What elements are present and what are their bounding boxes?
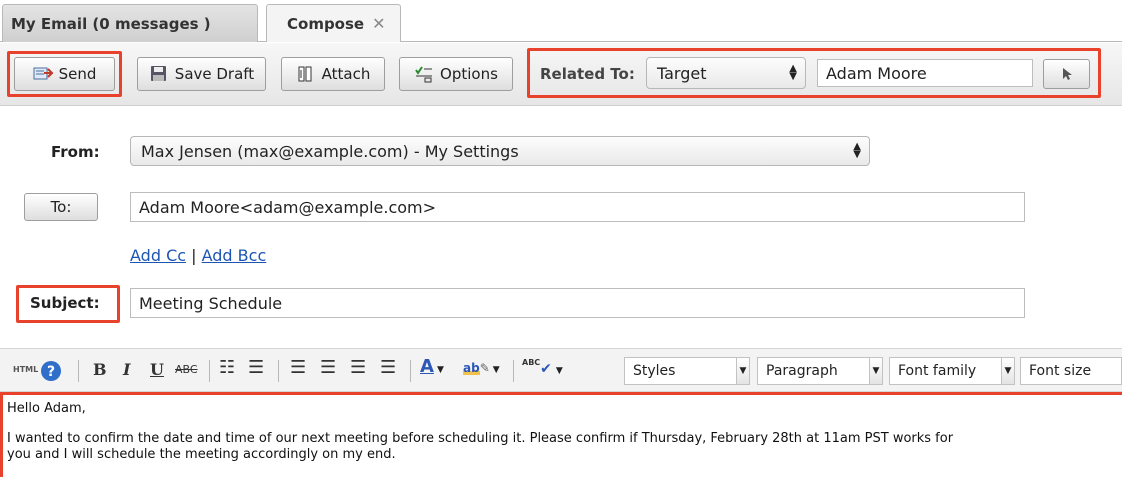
numbered-list-icon[interactable]: ☰ [248, 357, 264, 378]
send-icon [33, 67, 53, 80]
select-arrows-icon: ▲ ▼ [789, 63, 797, 82]
underline-icon[interactable]: U [150, 360, 164, 379]
to-button-label: To: [50, 198, 72, 216]
options-icon [415, 66, 433, 83]
select-arrows-icon: ▲ ▼ [853, 141, 861, 160]
attach-button[interactable]: Attach [281, 57, 385, 91]
toolbar-separator [278, 360, 279, 382]
subject-label: Subject: [30, 294, 100, 312]
body-paragraph-line: I wanted to confirm the date and time of… [7, 431, 954, 446]
styles-dropdown[interactable]: Styles [624, 357, 750, 385]
text-color-icon[interactable]: A ▼ [420, 356, 444, 377]
paragraph-label: Paragraph [766, 363, 838, 379]
body-greeting: Hello Adam, [7, 401, 86, 416]
toolbar-separator [78, 360, 79, 382]
strikethrough-icon[interactable]: ABC [175, 363, 198, 376]
bold-icon[interactable]: B [93, 360, 107, 379]
italic-icon[interactable]: I [123, 360, 130, 379]
from-select[interactable]: Max Jensen (max@example.com) - My Settin… [130, 136, 870, 166]
from-label: From: [51, 143, 100, 161]
message-body-editor[interactable]: Hello Adam, I wanted to confirm the date… [0, 392, 1122, 477]
align-right-icon[interactable]: ☰ [350, 357, 366, 378]
to-button[interactable]: To: [24, 193, 98, 221]
body-paragraph-line: you and I will schedule the meeting acco… [7, 447, 396, 462]
font-size-dropdown[interactable]: Font size [1020, 357, 1122, 385]
send-label: Send [58, 65, 97, 83]
attach-icon [298, 66, 312, 82]
save-draft-button[interactable]: Save Draft [137, 57, 266, 91]
save-icon [150, 66, 166, 81]
select-related-button[interactable] [1043, 59, 1090, 89]
chevron-down-icon[interactable]: ▼ [869, 357, 883, 385]
related-type-value: Target [657, 63, 707, 83]
toolbar-separator [513, 360, 514, 382]
options-label: Options [440, 65, 498, 83]
cursor-arrow-icon [1062, 68, 1072, 80]
related-name-field[interactable]: Adam Moore [817, 59, 1033, 87]
related-name-value: Adam Moore [826, 63, 927, 83]
font-size-label: Font size [1029, 363, 1092, 379]
help-icon[interactable]: ? [40, 360, 62, 382]
align-left-icon[interactable]: ☰ [290, 357, 306, 378]
bullet-list-icon[interactable]: ☷ [219, 357, 235, 378]
font-family-label: Font family [898, 363, 977, 379]
options-button[interactable]: Options [399, 57, 513, 91]
tab-my-email-label: My Email (0 messages ) [11, 14, 211, 33]
font-family-dropdown[interactable]: Font family [889, 357, 1015, 385]
add-cc-link[interactable]: Add Cc [130, 246, 186, 265]
to-field[interactable]: Adam Moore<adam@example.com> [130, 192, 1025, 222]
subject-value: Meeting Schedule [139, 293, 283, 313]
to-value: Adam Moore<adam@example.com> [139, 197, 437, 217]
send-button[interactable]: Send [14, 57, 115, 91]
tab-compose-label: Compose [287, 14, 365, 33]
highlight-color-icon[interactable]: ab✎ ▼ [463, 357, 500, 376]
svg-text:?: ? [47, 364, 55, 380]
html-source-button[interactable]: HTML [13, 365, 38, 374]
spellcheck-icon[interactable]: ABC✔ ▼ [522, 358, 563, 377]
save-draft-label: Save Draft [174, 65, 255, 83]
cc-bcc-links: Add Cc | Add Bcc [130, 246, 266, 265]
close-icon[interactable]: ✕ [372, 14, 385, 33]
from-value: Max Jensen (max@example.com) - My Settin… [141, 141, 519, 161]
align-center-icon[interactable]: ☰ [320, 357, 336, 378]
toolbar-separator [209, 360, 210, 382]
attach-label: Attach [321, 65, 371, 83]
tab-compose[interactable]: Compose ✕ [266, 4, 401, 42]
link-separator: | [191, 246, 197, 265]
tab-my-email[interactable]: My Email (0 messages ) [2, 4, 258, 42]
toolbar-separator [410, 360, 411, 382]
styles-label: Styles [633, 363, 676, 379]
related-to-label: Related To: [540, 65, 635, 83]
related-type-select[interactable]: Target ▲ ▼ [646, 57, 806, 89]
subject-field[interactable]: Meeting Schedule [130, 288, 1025, 318]
paragraph-dropdown[interactable]: Paragraph [757, 357, 883, 385]
align-justify-icon[interactable]: ☰ [380, 357, 396, 378]
add-bcc-link[interactable]: Add Bcc [202, 246, 267, 265]
chevron-down-icon[interactable]: ▼ [1001, 357, 1015, 385]
chevron-down-icon[interactable]: ▼ [736, 357, 750, 385]
